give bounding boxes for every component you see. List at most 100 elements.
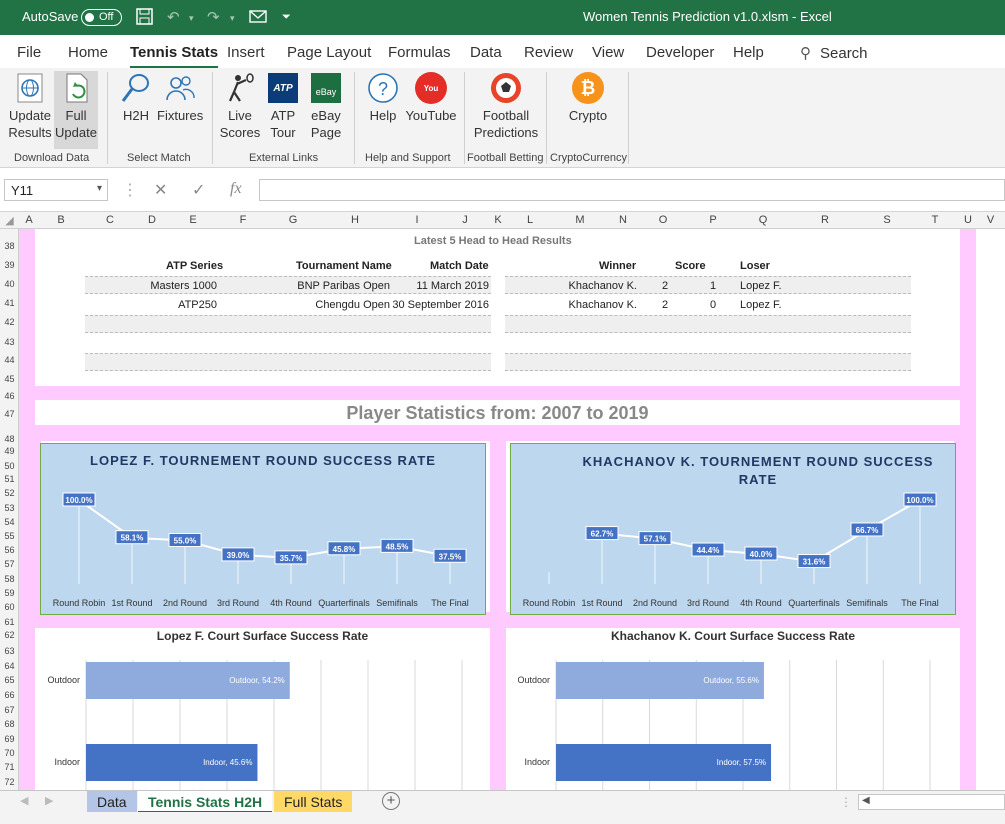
row-header[interactable]: 57 bbox=[0, 559, 19, 569]
col-header-u[interactable]: U bbox=[960, 214, 976, 226]
undo-icon[interactable]: ↶ bbox=[167, 8, 180, 26]
search-box[interactable]: ⚲ Search bbox=[800, 44, 868, 62]
row-header[interactable]: 48 bbox=[0, 434, 19, 444]
row-header[interactable]: 68 bbox=[0, 719, 19, 729]
customize-quick-access-icon[interactable]: ⏷ bbox=[282, 11, 291, 24]
sheet-tab-tennis-stats-h2h[interactable]: Tennis Stats H2H bbox=[138, 791, 273, 813]
col-header-p[interactable]: P bbox=[686, 214, 740, 226]
row-header[interactable]: 40 bbox=[0, 279, 19, 289]
col-header-r[interactable]: R bbox=[786, 214, 864, 226]
chart-lopez-round[interactable]: LOPEZ F. TOURNEMENT ROUND SUCCESS RATE R… bbox=[40, 443, 486, 615]
scroll-right-icon[interactable]: ▶ bbox=[45, 794, 53, 807]
tab-splitter-icon[interactable]: ⋮ bbox=[840, 795, 852, 809]
col-header-n[interactable]: N bbox=[606, 214, 640, 226]
row-header[interactable]: 42 bbox=[0, 317, 19, 327]
col-header-j[interactable]: J bbox=[440, 214, 490, 226]
row-header[interactable]: 66 bbox=[0, 690, 19, 700]
col-header-g[interactable]: G bbox=[270, 214, 316, 226]
row-header[interactable]: 67 bbox=[0, 705, 19, 715]
ebay-page-button[interactable]: eBay eBay Page bbox=[306, 71, 346, 141]
sheet-tab-full-stats[interactable]: Full Stats bbox=[274, 791, 353, 813]
col-header-a[interactable]: A bbox=[22, 214, 36, 226]
worksheet-grid[interactable]: Latest 5 Head to Head Results ATP Series… bbox=[19, 229, 1005, 790]
row-header[interactable]: 46 bbox=[0, 391, 19, 401]
row-header[interactable]: 65 bbox=[0, 675, 19, 685]
row-header[interactable]: 41 bbox=[0, 298, 19, 308]
scroll-left-arrow-icon[interactable]: ◀ bbox=[862, 795, 870, 806]
row-header[interactable]: 62 bbox=[0, 630, 19, 640]
col-header-q[interactable]: Q bbox=[740, 214, 786, 226]
row-header[interactable]: 50 bbox=[0, 461, 19, 471]
row-header[interactable]: 52 bbox=[0, 488, 19, 498]
formula-input[interactable] bbox=[259, 179, 1005, 201]
undo-dropdown-icon[interactable]: ▾ bbox=[189, 13, 194, 24]
col-header-h[interactable]: H bbox=[316, 214, 394, 226]
row-header[interactable]: 71 bbox=[0, 762, 19, 772]
row-header[interactable]: 60 bbox=[0, 602, 19, 612]
col-header-s[interactable]: S bbox=[864, 214, 910, 226]
row-header[interactable]: 72 bbox=[0, 777, 19, 787]
col-header-o[interactable]: O bbox=[640, 214, 686, 226]
sheet-tab-data[interactable]: Data bbox=[87, 791, 137, 813]
col-header-k[interactable]: K bbox=[490, 214, 506, 226]
scroll-left-icon[interactable]: ◀ bbox=[20, 794, 28, 807]
name-box[interactable]: Y11 bbox=[4, 179, 108, 201]
tab-view[interactable]: View bbox=[592, 44, 624, 61]
tab-tennis-stats[interactable]: Tennis Stats bbox=[130, 44, 219, 69]
row-header[interactable]: 43 bbox=[0, 337, 19, 347]
row-header[interactable]: 63 bbox=[0, 646, 19, 656]
redo-icon[interactable]: ↷ bbox=[207, 8, 220, 26]
insert-function-icon[interactable]: fx bbox=[230, 180, 242, 198]
tab-home[interactable]: Home bbox=[68, 44, 108, 61]
crypto-button[interactable]: ₿ Crypto bbox=[560, 71, 616, 124]
football-predictions-button[interactable]: Football Predictions bbox=[470, 71, 542, 141]
row-header[interactable]: 61 bbox=[0, 617, 19, 627]
chart-khachanov-surface[interactable]: Outdoor, 55.6% Outdoor Indoor, 57.5% Indoor bbox=[506, 645, 960, 790]
autosave-toggle[interactable]: Off bbox=[81, 9, 122, 26]
cancel-icon[interactable]: ✕ bbox=[154, 180, 167, 200]
row-header[interactable]: 69 bbox=[0, 734, 19, 744]
col-header-v[interactable]: V bbox=[976, 214, 1005, 226]
row-header[interactable]: 47 bbox=[0, 409, 19, 419]
row-header[interactable]: 58 bbox=[0, 574, 19, 584]
row-header[interactable]: 55 bbox=[0, 531, 19, 541]
enter-icon[interactable]: ✓ bbox=[192, 180, 205, 200]
row-header[interactable]: 64 bbox=[0, 661, 19, 671]
atp-tour-button[interactable]: ATP ATP Tour bbox=[264, 71, 302, 141]
tab-data[interactable]: Data bbox=[470, 44, 502, 61]
select-all-corner[interactable]: ◢ bbox=[0, 214, 19, 227]
row-header[interactable]: 49 bbox=[0, 446, 19, 456]
help-button[interactable]: ? Help bbox=[364, 71, 402, 124]
row-header[interactable]: 51 bbox=[0, 474, 19, 484]
col-header-d[interactable]: D bbox=[134, 214, 170, 226]
email-icon[interactable] bbox=[249, 8, 267, 28]
tab-page-layout[interactable]: Page Layout bbox=[287, 44, 371, 61]
chart-khachanov-round[interactable]: KHACHANOV K. TOURNEMENT ROUND SUCCESS RA… bbox=[510, 443, 956, 615]
save-icon[interactable] bbox=[136, 8, 153, 29]
col-header-m[interactable]: M bbox=[554, 214, 606, 226]
update-results-button[interactable]: Update Results bbox=[6, 71, 54, 141]
tab-formulas[interactable]: Formulas bbox=[388, 44, 451, 61]
row-header[interactable]: 44 bbox=[0, 355, 19, 365]
col-header-c[interactable]: C bbox=[86, 214, 134, 226]
tab-insert[interactable]: Insert bbox=[227, 44, 265, 61]
col-header-e[interactable]: E bbox=[170, 214, 216, 226]
row-header[interactable]: 59 bbox=[0, 588, 19, 598]
col-header-f[interactable]: F bbox=[216, 214, 270, 226]
horizontal-scrollbar[interactable]: ◀ bbox=[858, 794, 1005, 810]
fixtures-button[interactable]: Fixtures bbox=[157, 71, 203, 124]
full-update-button[interactable]: Full Update bbox=[54, 71, 98, 149]
col-header-l[interactable]: L bbox=[506, 214, 554, 226]
tab-developer[interactable]: Developer bbox=[646, 44, 714, 61]
h2h-button[interactable]: H2H bbox=[117, 71, 155, 124]
chart-lopez-surface[interactable]: Outdoor, 54.2% Outdoor Indoor, 45.6% Indoor bbox=[36, 645, 490, 790]
tab-file[interactable]: File bbox=[17, 44, 41, 61]
tab-help[interactable]: Help bbox=[733, 44, 764, 61]
row-header[interactable]: 54 bbox=[0, 517, 19, 527]
row-header[interactable]: 45 bbox=[0, 374, 19, 384]
row-header[interactable]: 53 bbox=[0, 503, 19, 513]
redo-dropdown-icon[interactable]: ▾ bbox=[230, 13, 235, 24]
tab-review[interactable]: Review bbox=[524, 44, 573, 61]
row-header[interactable]: 39 bbox=[0, 260, 19, 270]
live-scores-button[interactable]: Live Scores bbox=[219, 71, 261, 141]
